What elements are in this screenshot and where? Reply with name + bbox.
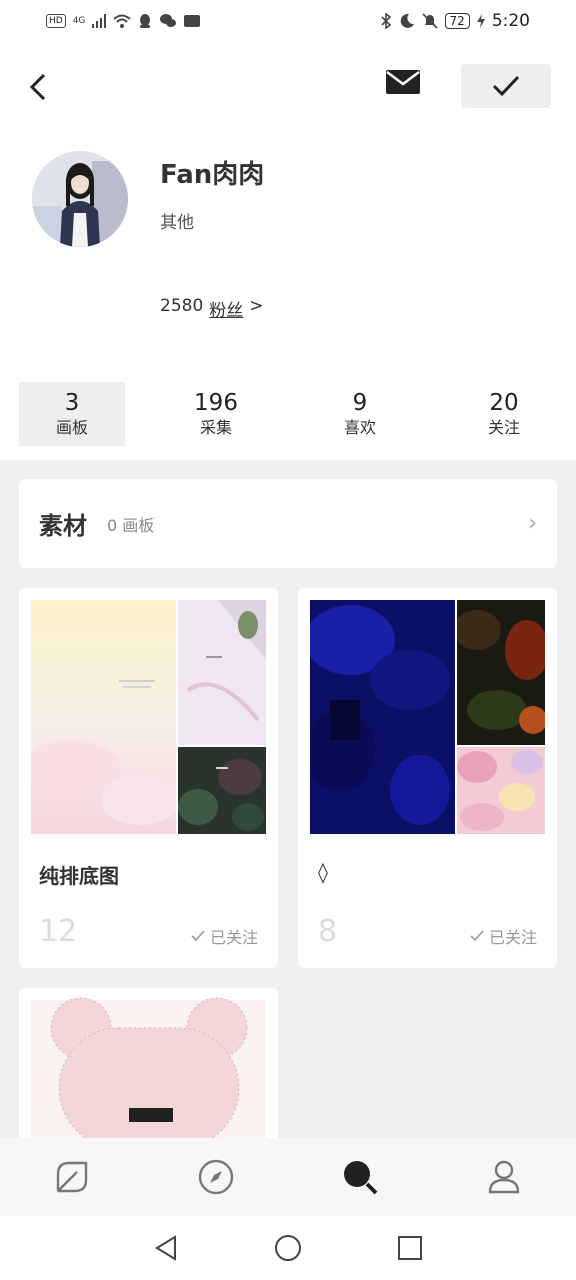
followers-arrow: > xyxy=(249,296,264,316)
signal-4g-label: 4G xyxy=(72,16,86,26)
username: Fan肉肉 xyxy=(160,160,265,190)
check-icon xyxy=(191,930,205,942)
profile-icon xyxy=(488,1160,520,1194)
bluetooth-icon xyxy=(380,13,391,29)
confirm-button[interactable] xyxy=(461,64,551,108)
stat-number: 9 xyxy=(352,390,368,416)
chevron-left-icon xyxy=(29,73,46,101)
compass-icon xyxy=(198,1159,234,1195)
followers-count: 2580 xyxy=(160,296,204,316)
stat-number: 196 xyxy=(194,390,238,416)
follow-status-label: 已关注 xyxy=(209,928,258,947)
wifi-icon xyxy=(113,14,132,28)
clock: 5:20 xyxy=(491,11,530,31)
board-pin-count: 12 xyxy=(39,914,78,949)
stats-tabs: 3 画板 196 采集 9 喜欢 20 关注 xyxy=(0,382,576,448)
back-button[interactable] xyxy=(20,64,56,110)
recents-square-icon xyxy=(398,1236,422,1260)
board-card[interactable]: ◊ 8 已关注 xyxy=(298,588,557,968)
avatar-image xyxy=(32,151,128,247)
follow-status[interactable]: 已关注 xyxy=(470,924,537,948)
tab-following[interactable]: 20 关注 xyxy=(432,382,576,446)
avatar[interactable] xyxy=(32,151,128,247)
follow-status[interactable]: 已关注 xyxy=(191,924,258,948)
check-icon xyxy=(470,930,484,942)
search-icon xyxy=(344,1161,378,1195)
followers-label: 粉丝 xyxy=(209,301,244,321)
stat-number: 20 xyxy=(489,390,519,416)
stat-label: 画板 xyxy=(55,418,88,437)
status-bar: HD 4G 72 5:20 xyxy=(0,0,576,42)
battery-level: 72 xyxy=(444,13,470,29)
cover-image-main xyxy=(310,600,455,834)
board-title: 纯排底图 xyxy=(39,864,119,888)
cover-image-top xyxy=(178,600,266,745)
follow-status-label: 已关注 xyxy=(488,928,537,947)
stat-label: 喜欢 xyxy=(343,418,376,437)
cover-image-main xyxy=(31,600,176,834)
nav-profile[interactable] xyxy=(432,1138,576,1216)
back-triangle-icon xyxy=(155,1235,176,1261)
sucai-folder-card[interactable]: 素材 0 画板 › xyxy=(19,479,557,568)
system-navigation xyxy=(0,1216,576,1280)
stat-number: 3 xyxy=(64,390,80,416)
bell-off-icon xyxy=(421,13,438,29)
profile-header: Fan肉肉 其他 2580 粉丝 > 3 画板 196 采集 9 喜欢 20 关… xyxy=(0,42,576,460)
cover-image-bottom xyxy=(178,747,266,834)
user-category: 其他 xyxy=(160,213,194,233)
bottom-navigation xyxy=(0,1138,576,1216)
system-home-button[interactable] xyxy=(227,1216,349,1280)
stat-label: 采集 xyxy=(199,418,232,437)
folder-title: 素材 xyxy=(39,512,87,540)
tab-collections[interactable]: 196 采集 xyxy=(144,382,288,446)
message-button[interactable] xyxy=(384,68,422,100)
nav-home[interactable] xyxy=(0,1138,144,1216)
system-back-button[interactable] xyxy=(105,1216,227,1280)
folder-board-count: 0 画板 xyxy=(107,515,155,535)
board-cover-mosaic xyxy=(310,600,545,834)
mail-icon xyxy=(386,70,420,94)
home-circle-icon xyxy=(275,1235,301,1261)
nav-search[interactable] xyxy=(288,1138,432,1216)
followers-link[interactable]: 2580 粉丝 > xyxy=(160,296,264,321)
moon-icon xyxy=(400,13,414,28)
board-cover-image xyxy=(31,997,266,1148)
wechat-icon xyxy=(160,14,177,27)
cover-image-bottom xyxy=(457,747,545,834)
nav-explore[interactable] xyxy=(144,1138,288,1216)
check-icon xyxy=(492,75,520,97)
leaf-icon xyxy=(56,1161,88,1193)
status-left: HD 4G xyxy=(46,13,201,29)
status-right: 72 5:20 xyxy=(380,11,530,31)
chevron-right-icon: › xyxy=(528,511,537,536)
cover-image-top xyxy=(457,600,545,745)
signal-icon xyxy=(92,14,107,28)
board-card[interactable]: 纯排底图 12 已关注 xyxy=(19,588,278,968)
board-pin-count: 8 xyxy=(318,914,338,949)
stat-label: 关注 xyxy=(487,418,520,437)
board-title: ◊ xyxy=(318,860,328,884)
hd-badge: HD xyxy=(46,14,66,28)
tab-boards[interactable]: 3 画板 xyxy=(0,382,144,446)
qq-icon xyxy=(140,14,151,28)
charging-icon xyxy=(476,14,485,28)
mms-icon xyxy=(184,15,201,27)
system-recents-button[interactable] xyxy=(349,1216,471,1280)
board-cover-mosaic xyxy=(31,600,266,834)
board-card[interactable] xyxy=(19,988,278,1148)
tab-likes[interactable]: 9 喜欢 xyxy=(288,382,432,446)
